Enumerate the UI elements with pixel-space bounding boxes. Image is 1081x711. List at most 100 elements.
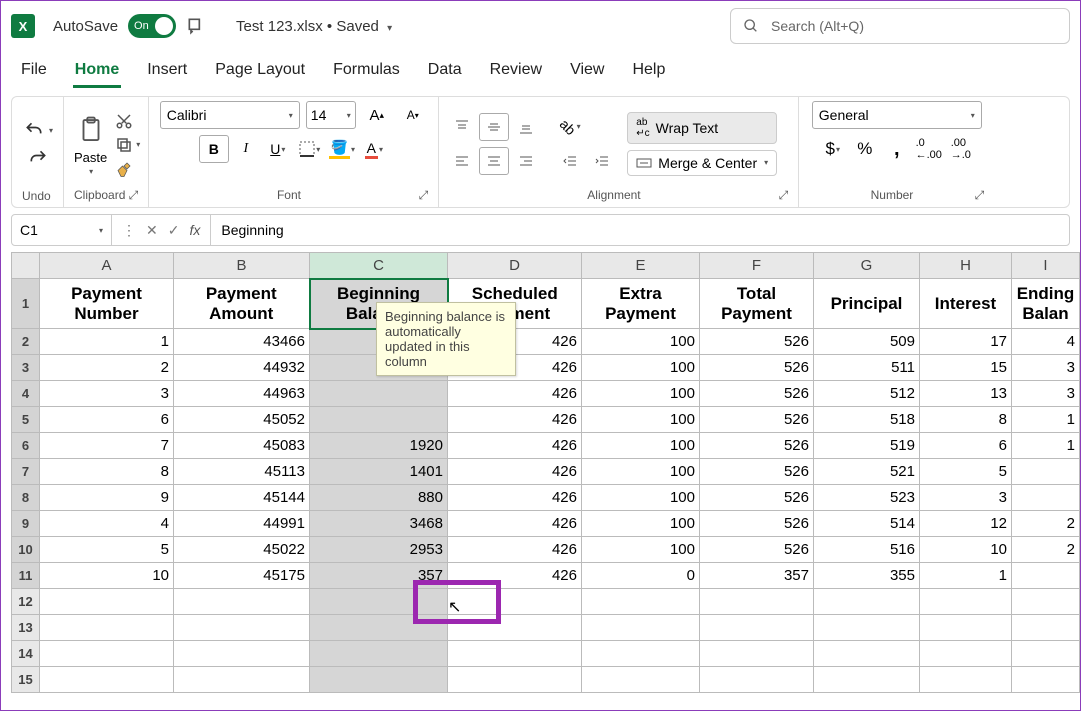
cell-B1[interactable]: PaymentAmount [174,279,310,329]
cell-F15[interactable] [700,667,814,693]
row-header-15[interactable]: 15 [12,667,40,693]
cell-B10[interactable]: 45022 [174,537,310,563]
column-header-G[interactable]: G [814,253,920,279]
cell-H12[interactable] [920,589,1012,615]
select-all-corner[interactable] [12,253,40,279]
cell-D9[interactable]: 426 [448,511,582,537]
cell-A5[interactable]: 6 [40,407,174,433]
column-header-D[interactable]: D [448,253,582,279]
cell-D10[interactable]: 426 [448,537,582,563]
italic-button[interactable]: I [231,135,261,163]
comma-button[interactable]: , [882,135,912,163]
cell-F8[interactable]: 526 [700,485,814,511]
row-header-8[interactable]: 8 [12,485,40,511]
sync-icon[interactable] [184,14,208,38]
decrease-indent-button[interactable] [555,147,585,175]
cell-I7[interactable] [1012,459,1080,485]
cell-G9[interactable]: 514 [814,511,920,537]
row-header-7[interactable]: 7 [12,459,40,485]
row-header-13[interactable]: 13 [12,615,40,641]
column-header-A[interactable]: A [40,253,174,279]
cell-I14[interactable] [1012,641,1080,667]
number-format-select[interactable]: General▾ [812,101,982,129]
cell-E2[interactable]: 100 [582,329,700,355]
cell-H15[interactable] [920,667,1012,693]
align-top-button[interactable] [447,113,477,141]
redo-button[interactable] [24,146,52,170]
cell-A1[interactable]: PaymentNumber [40,279,174,329]
cell-E8[interactable]: 100 [582,485,700,511]
cell-I3[interactable]: 3 [1012,355,1080,381]
font-dialog-launcher[interactable]: ⤢ [419,188,429,203]
cell-I1[interactable]: EndingBalan [1012,279,1080,329]
cell-D8[interactable]: 426 [448,485,582,511]
autosave-toggle[interactable]: On [128,14,176,38]
cell-E6[interactable]: 100 [582,433,700,459]
cell-I4[interactable]: 3 [1012,381,1080,407]
cell-G4[interactable]: 512 [814,381,920,407]
cell-G1[interactable]: Principal [814,279,920,329]
tab-file[interactable]: File [19,55,49,88]
cell-E11[interactable]: 0 [582,563,700,589]
column-header-C[interactable]: C [310,253,448,279]
increase-font-button[interactable]: A▴ [362,101,392,129]
cell-B3[interactable]: 44932 [174,355,310,381]
cell-E13[interactable] [582,615,700,641]
cell-H4[interactable]: 13 [920,381,1012,407]
cell-H3[interactable]: 15 [920,355,1012,381]
cell-B8[interactable]: 45144 [174,485,310,511]
copy-button[interactable]: ▾ [115,136,140,154]
align-left-button[interactable] [447,147,477,175]
clipboard-dialog-launcher[interactable]: ⤢ [129,188,139,203]
cut-button[interactable] [115,112,140,130]
cell-C6[interactable]: 1920 [310,433,448,459]
cell-H2[interactable]: 17 [920,329,1012,355]
cell-F14[interactable] [700,641,814,667]
cell-E5[interactable]: 100 [582,407,700,433]
cell-B4[interactable]: 44963 [174,381,310,407]
options-icon[interactable]: ⋮ [122,222,136,239]
tab-help[interactable]: Help [630,55,667,88]
merge-center-button[interactable]: Merge & Center▾ [627,150,777,176]
cell-B11[interactable]: 45175 [174,563,310,589]
cell-B14[interactable] [174,641,310,667]
undo-button[interactable]: ▾ [20,118,55,142]
cell-G11[interactable]: 355 [814,563,920,589]
cell-F12[interactable] [700,589,814,615]
currency-button[interactable]: $▾ [818,135,848,163]
cell-E3[interactable]: 100 [582,355,700,381]
cell-B15[interactable] [174,667,310,693]
cell-A7[interactable]: 8 [40,459,174,485]
cell-I13[interactable] [1012,615,1080,641]
cell-D14[interactable] [448,641,582,667]
cell-H13[interactable] [920,615,1012,641]
cell-G5[interactable]: 518 [814,407,920,433]
cell-E7[interactable]: 100 [582,459,700,485]
align-bottom-button[interactable] [511,113,541,141]
cell-I9[interactable]: 2 [1012,511,1080,537]
fx-icon[interactable]: fx [189,222,200,238]
align-middle-button[interactable] [479,113,509,141]
tab-home[interactable]: Home [73,55,121,88]
row-header-5[interactable]: 5 [12,407,40,433]
cell-G6[interactable]: 519 [814,433,920,459]
document-title[interactable]: Test 123.xlsx • Saved ▾ [236,18,392,35]
cell-F5[interactable]: 526 [700,407,814,433]
cell-B5[interactable]: 45052 [174,407,310,433]
cell-D7[interactable]: 426 [448,459,582,485]
cell-E10[interactable]: 100 [582,537,700,563]
cell-A8[interactable]: 9 [40,485,174,511]
cell-B7[interactable]: 45113 [174,459,310,485]
cell-E12[interactable] [582,589,700,615]
cell-E9[interactable]: 100 [582,511,700,537]
cell-I10[interactable]: 2 [1012,537,1080,563]
cell-G12[interactable] [814,589,920,615]
cell-F13[interactable] [700,615,814,641]
cell-F3[interactable]: 526 [700,355,814,381]
row-header-12[interactable]: 12 [12,589,40,615]
cell-G8[interactable]: 523 [814,485,920,511]
decrease-font-button[interactable]: A▾ [398,101,428,129]
row-header-11[interactable]: 11 [12,563,40,589]
cell-E14[interactable] [582,641,700,667]
column-header-E[interactable]: E [582,253,700,279]
